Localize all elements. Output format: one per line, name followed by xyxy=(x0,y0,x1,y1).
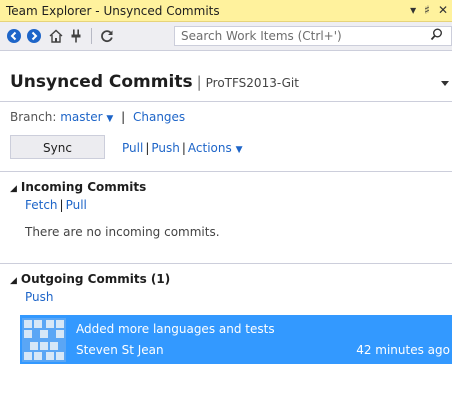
toolbar-separator xyxy=(91,28,92,44)
page-title: Unsynced Commits xyxy=(10,72,193,92)
collapse-triangle-icon: ◢ xyxy=(10,184,17,194)
branch-name: master xyxy=(60,110,103,124)
incoming-separator: | xyxy=(59,198,64,212)
back-button[interactable] xyxy=(5,27,23,45)
close-icon[interactable]: ✕ xyxy=(438,3,448,17)
outgoing-commits-title: Outgoing Commits (1) xyxy=(20,272,171,286)
incoming-pull-link[interactable]: Pull xyxy=(66,198,87,212)
sync-button[interactable]: Sync xyxy=(10,135,105,159)
pull-link[interactable]: Pull xyxy=(122,141,143,155)
incoming-commits-header[interactable]: ◢ Incoming Commits xyxy=(10,180,146,194)
branch-label: Branch: xyxy=(10,110,57,124)
chevron-down-icon: ▼ xyxy=(235,145,243,155)
forward-button[interactable] xyxy=(25,27,43,45)
branch-separator: | xyxy=(121,110,126,124)
forward-icon xyxy=(27,29,41,43)
toolbar xyxy=(0,22,452,51)
action-separator: | xyxy=(145,141,150,155)
dropdown-icon[interactable]: ▾ xyxy=(410,3,416,17)
home-button[interactable] xyxy=(47,27,65,45)
commit-author: Steven St Jean xyxy=(76,343,164,357)
divider xyxy=(0,263,452,264)
outgoing-commits-header[interactable]: ◢ Outgoing Commits (1) xyxy=(10,272,170,286)
branch-dropdown[interactable]: master ▼ xyxy=(60,110,113,124)
incoming-links: Fetch | Pull xyxy=(25,198,87,212)
commit-row[interactable]: Added more languages and tests Steven St… xyxy=(20,315,452,364)
project-name: ProTFS2013-Git xyxy=(205,76,299,90)
branch-row: Branch: master ▼ | Changes xyxy=(10,110,185,124)
chevron-down-icon: ▼ xyxy=(106,114,114,124)
actions-dropdown[interactable]: Actions ▼ xyxy=(188,141,243,155)
commit-time: 42 minutes ago xyxy=(356,343,450,357)
window-controls: ▾ ♯ ✕ xyxy=(410,3,448,17)
divider xyxy=(0,171,452,172)
refresh-button[interactable] xyxy=(98,27,116,45)
divider xyxy=(0,101,452,102)
refresh-icon xyxy=(101,30,113,42)
commit-message: Added more languages and tests xyxy=(76,322,275,336)
pin-icon[interactable]: ♯ xyxy=(424,3,430,17)
push-link[interactable]: Push xyxy=(151,141,180,155)
search-icon[interactable] xyxy=(430,28,443,44)
action-separator: | xyxy=(181,141,186,155)
action-links: Pull | Push | Actions ▼ xyxy=(122,141,243,155)
page-menu-chevron-icon[interactable] xyxy=(440,80,450,91)
avatar xyxy=(22,318,66,362)
back-icon xyxy=(7,29,21,43)
page-header: Unsynced Commits | ProTFS2013-Git xyxy=(10,72,299,92)
connect-icon xyxy=(71,29,81,43)
changes-link[interactable]: Changes xyxy=(133,110,185,124)
collapse-triangle-icon: ◢ xyxy=(10,276,17,286)
title-bar: Team Explorer - Unsynced Commits ▾ ♯ ✕ xyxy=(0,0,452,22)
search-input[interactable] xyxy=(175,28,403,44)
actions-label: Actions xyxy=(187,141,232,155)
search-box[interactable] xyxy=(174,26,452,46)
fetch-link[interactable]: Fetch xyxy=(25,198,58,212)
outgoing-push-link[interactable]: Push xyxy=(25,290,54,304)
home-icon xyxy=(49,29,63,43)
incoming-commits-title: Incoming Commits xyxy=(20,180,147,194)
connect-button[interactable] xyxy=(67,27,85,45)
window-title: Team Explorer - Unsynced Commits xyxy=(6,3,220,18)
no-incoming-message: There are no incoming commits. xyxy=(25,225,220,239)
outgoing-links: Push xyxy=(25,290,54,304)
header-separator: | xyxy=(196,73,202,91)
